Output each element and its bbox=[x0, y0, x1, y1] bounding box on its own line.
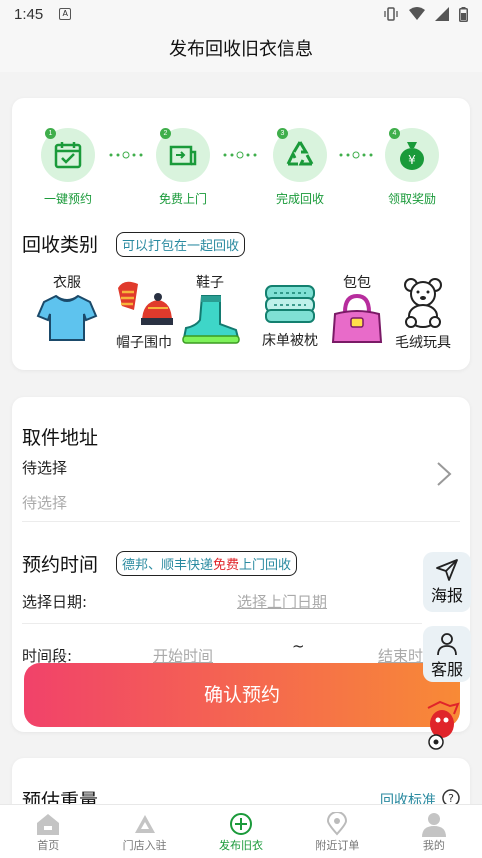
signal-icon bbox=[435, 7, 449, 21]
send-icon bbox=[436, 559, 458, 581]
tab-nearby-orders[interactable]: 附近订单 bbox=[289, 805, 385, 858]
handbag-icon bbox=[331, 293, 383, 343]
step-connector-icon bbox=[339, 151, 373, 159]
calendar-check-icon bbox=[54, 142, 82, 169]
step-number: 4 bbox=[389, 128, 400, 139]
customer-service-button[interactable]: 客服 bbox=[423, 626, 471, 682]
tab-label: 发布旧衣 bbox=[219, 839, 264, 852]
bottom-tab-bar: 首页 门店入驻 发布旧衣 附近订单 我的 bbox=[0, 804, 482, 858]
battery-icon bbox=[459, 6, 468, 22]
tab-label: 附近订单 bbox=[315, 839, 360, 852]
confirm-appointment-button[interactable]: 确认预约 bbox=[24, 663, 460, 727]
step-connector-icon bbox=[223, 151, 257, 159]
share-poster-label: 海报 bbox=[430, 586, 463, 605]
money-bag-icon: ¥ bbox=[400, 142, 424, 170]
customer-service-label: 客服 bbox=[430, 660, 463, 679]
home-icon bbox=[37, 814, 60, 835]
category-bags[interactable]: 包包 bbox=[326, 272, 388, 350]
vibrate-icon bbox=[384, 7, 398, 21]
tab-label: 门店入驻 bbox=[122, 839, 167, 852]
step-3: 3 完成回收 bbox=[258, 128, 342, 207]
time-separator: ~ bbox=[292, 637, 305, 655]
step-number: 2 bbox=[160, 128, 171, 139]
category-hat-scarf[interactable]: 帽子围巾 bbox=[112, 276, 176, 352]
divider bbox=[22, 623, 422, 624]
tab-label: 首页 bbox=[37, 839, 60, 852]
category-shoes[interactable]: 鞋子 bbox=[178, 272, 242, 350]
boot-icon bbox=[182, 295, 240, 344]
step-number: 1 bbox=[45, 128, 56, 139]
divider bbox=[22, 521, 460, 522]
tab-home[interactable]: 首页 bbox=[0, 805, 96, 858]
delivery-box-icon bbox=[169, 145, 197, 166]
category-clothes[interactable]: 衣服 bbox=[36, 272, 98, 348]
hat-scarf-icon bbox=[118, 281, 173, 325]
location-icon bbox=[327, 812, 348, 836]
step-number: 3 bbox=[277, 128, 288, 139]
category-label: 床单被枕 bbox=[262, 333, 318, 349]
store-icon bbox=[134, 815, 155, 833]
status-time: 1:45 bbox=[14, 5, 44, 23]
step-connector-icon bbox=[109, 151, 143, 159]
tab-profile[interactable]: 我的 bbox=[386, 805, 482, 858]
date-picker[interactable]: 选择上门日期 bbox=[237, 591, 327, 612]
category-card: 1 一键预约 2 免费上门 3 完成回收 4 ¥ 领取奖励 回收类别 可以打包在… bbox=[12, 98, 470, 370]
share-poster-button[interactable]: 海报 bbox=[423, 552, 471, 612]
process-steps: 1 一键预约 2 免费上门 3 完成回收 4 ¥ 领取奖励 bbox=[12, 128, 470, 208]
category-label: 鞋子 bbox=[196, 275, 224, 291]
person-icon bbox=[437, 633, 457, 656]
step-1: 1 一键预约 bbox=[26, 128, 110, 207]
address-line-1[interactable]: 待选择 bbox=[22, 457, 67, 478]
wifi-icon bbox=[409, 7, 425, 20]
category-label: 衣服 bbox=[53, 275, 81, 291]
status-bar: 1:45 A bbox=[0, 0, 482, 28]
address-title: 取件地址 bbox=[22, 427, 99, 449]
step-label: 完成回收 bbox=[275, 192, 324, 206]
svg-text:¥: ¥ bbox=[408, 153, 416, 167]
step-4: 4 ¥ 领取奖励 bbox=[370, 128, 454, 207]
tab-label: 我的 bbox=[422, 839, 445, 852]
address-line-2[interactable]: 待选择 bbox=[22, 492, 67, 513]
category-label: 毛绒玩具 bbox=[395, 335, 451, 351]
step-2: 2 免费上门 bbox=[141, 128, 225, 207]
category-label: 包包 bbox=[343, 275, 371, 291]
step-label: 免费上门 bbox=[158, 192, 207, 206]
folded-blanket-icon bbox=[265, 285, 315, 323]
appointment-title: 预约时间 bbox=[22, 554, 99, 576]
step-label: 领取奖励 bbox=[387, 192, 436, 206]
tab-store[interactable]: 门店入驻 bbox=[96, 805, 192, 858]
tab-publish[interactable]: 发布旧衣 bbox=[193, 805, 289, 858]
notification-icon: A bbox=[59, 8, 72, 20]
step-label: 一键预约 bbox=[43, 192, 92, 206]
category-bedding[interactable]: 床单被枕 bbox=[258, 282, 322, 350]
teddy-bear-icon bbox=[404, 278, 442, 328]
chevron-right-icon[interactable] bbox=[436, 461, 452, 487]
page-title: 发布回收旧衣信息 bbox=[0, 28, 482, 72]
recycle-icon bbox=[286, 141, 314, 166]
mascot-icon bbox=[427, 700, 460, 750]
category-label: 帽子围巾 bbox=[116, 335, 172, 351]
date-label: 选择日期: bbox=[22, 593, 88, 611]
profile-icon bbox=[421, 813, 446, 837]
category-plush-toys[interactable]: 毛绒玩具 bbox=[388, 276, 458, 352]
category-title: 回收类别 bbox=[22, 234, 99, 256]
shirt-icon bbox=[36, 294, 98, 341]
plus-circle-icon bbox=[230, 813, 253, 835]
category-tag: 可以打包在一起回收 bbox=[116, 232, 246, 257]
delivery-tag: 德邦、顺丰快递免费上门回收 bbox=[116, 551, 298, 576]
